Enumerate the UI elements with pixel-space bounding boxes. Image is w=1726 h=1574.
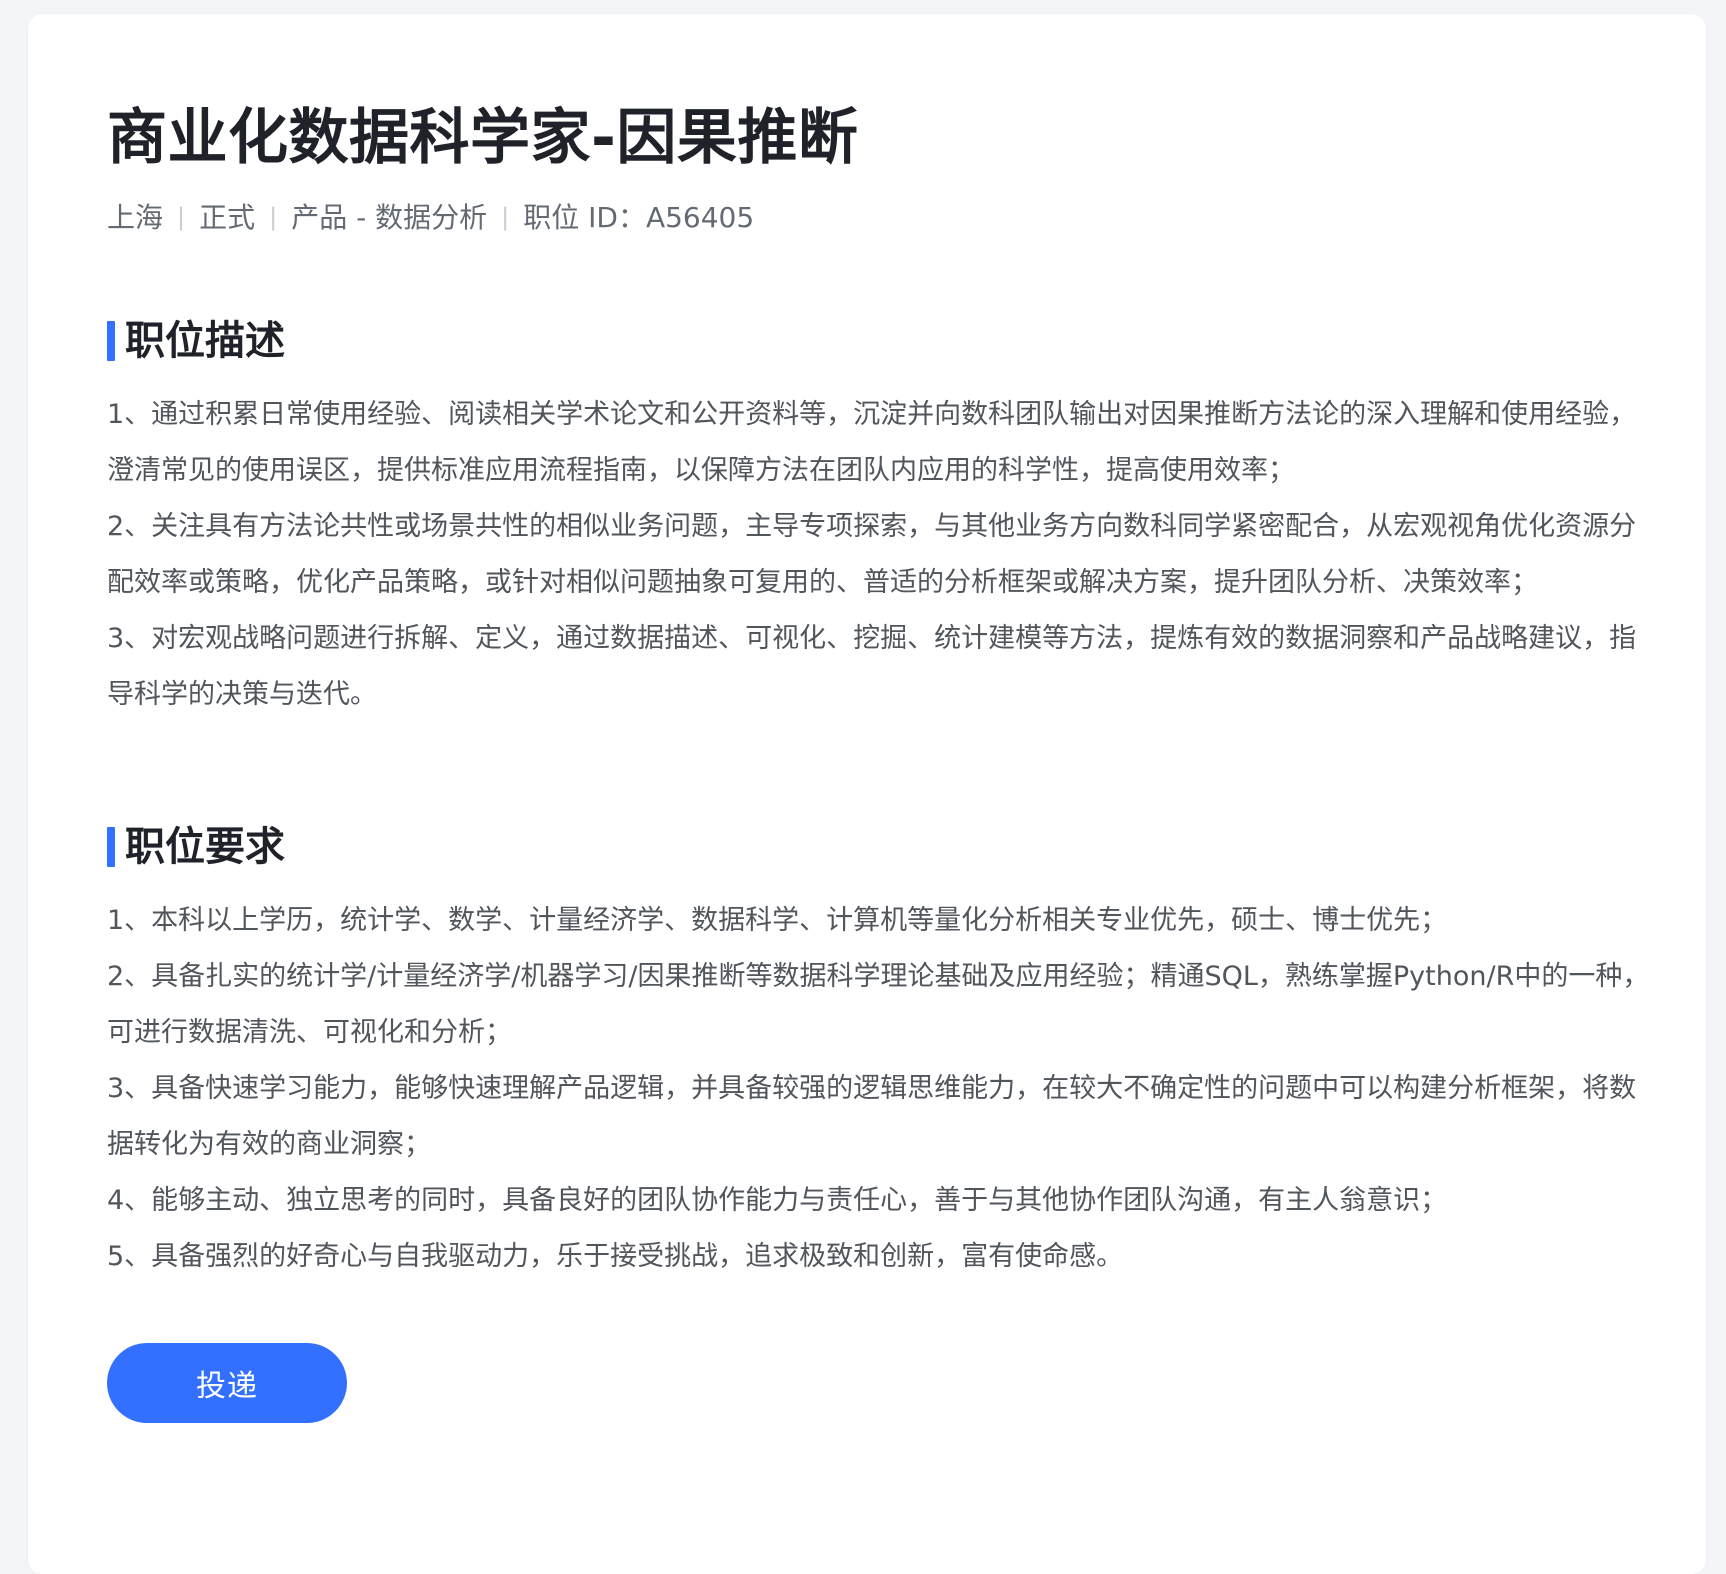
section-header: 职位要求 bbox=[107, 823, 1647, 871]
description-item: 2、关注具有方法论共性或场景共性的相似业务问题，主导专项探索，与其他业务方向数科… bbox=[107, 511, 1637, 598]
requirement-item: 5、具备强烈的好奇心与自我驱动力，乐于接受挑战，追求极致和创新，富有使命感。 bbox=[107, 1241, 1124, 1272]
section-title-description: 职位描述 bbox=[125, 318, 285, 364]
requirement-item: 4、能够主动、独立思考的同时，具备良好的团队协作能力与责任心，善于与其他协作团队… bbox=[107, 1185, 1448, 1216]
section-accent-bar bbox=[107, 321, 115, 361]
job-id: 职位 ID：A56405 bbox=[523, 201, 755, 234]
job-description-body: 1、通过积累日常使用经验、阅读相关学术论文和公开资料等，沉淀并向数科团队输出对因… bbox=[107, 387, 1652, 723]
meta-separator: | bbox=[177, 203, 186, 231]
job-detail-content: 商业化数据科学家-因果推断 上海 | 正式 | 产品 - 数据分析 | 职位 ID：A564… bbox=[107, 96, 1649, 1423]
job-title: 商业化数据科学家-因果推断 bbox=[107, 103, 859, 173]
description-item: 1、通过积累日常使用经验、阅读相关学术论文和公开资料等，沉淀并向数科团队输出对因… bbox=[107, 399, 1637, 486]
section-title-requirements: 职位要求 bbox=[125, 824, 285, 870]
job-location: 上海 bbox=[107, 201, 164, 234]
requirement-item: 2、具备扎实的统计学/计量经济学/机器学习/因果推断等数据科学理论基础及应用经验… bbox=[107, 961, 1650, 1048]
meta-separator: | bbox=[501, 203, 510, 231]
job-meta: 上海 | 正式 | 产品 - 数据分析 | 职位 ID：A56405 bbox=[107, 200, 1647, 237]
job-requirements-body: 1、本科以上学历，统计学、数学、计量经济学、数据科学、计算机等量化分析相关专业优… bbox=[107, 893, 1652, 1285]
job-requirements-section: 职位要求 1、本科以上学历，统计学、数学、计量经济学、数据科学、计算机等量化分析… bbox=[107, 823, 1649, 1285]
job-type: 正式 bbox=[199, 201, 256, 234]
job-detail-card: 商业化数据科学家-因果推断 上海 | 正式 | 产品 - 数据分析 | 职位 ID：A564… bbox=[28, 14, 1706, 1574]
section-accent-bar bbox=[107, 827, 115, 867]
description-item: 3、对宏观战略问题进行拆解、定义，通过数据描述、可视化、挖掘、统计建模等方法，提… bbox=[107, 623, 1637, 710]
apply-button[interactable]: 投递 bbox=[107, 1343, 347, 1423]
job-description-section: 职位描述 1、通过积累日常使用经验、阅读相关学术论文和公开资料等，沉淀并向数科团… bbox=[107, 317, 1647, 723]
job-category: 产品 - 数据分析 bbox=[291, 201, 488, 234]
meta-separator: | bbox=[269, 203, 278, 231]
requirement-item: 1、本科以上学历，统计学、数学、计量经济学、数据科学、计算机等量化分析相关专业优… bbox=[107, 905, 1448, 936]
section-header: 职位描述 bbox=[107, 317, 1647, 365]
requirement-item: 3、具备快速学习能力，能够快速理解产品逻辑，并具备较强的逻辑思维能力，在较大不确… bbox=[107, 1073, 1637, 1160]
